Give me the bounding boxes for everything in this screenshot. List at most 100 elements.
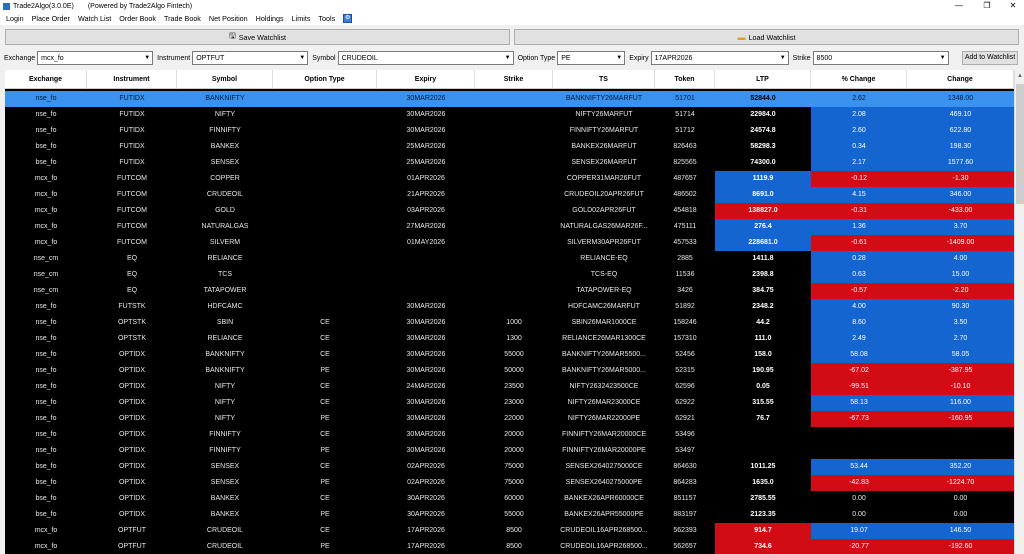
- table-row[interactable]: nse_cm EQ RELIANCE RELIANCE-EQ 2885 1411.8 0.2…: [5, 251, 1014, 267]
- table-row[interactable]: nse_cm EQ TCS TCS-EQ 11536 2398.8 0.63 15.00: [5, 267, 1014, 283]
- menu-limits[interactable]: Limits: [288, 12, 315, 25]
- cell-pct-change: 4.15: [811, 187, 907, 203]
- cell-symbol: GOLD: [215, 207, 235, 214]
- cell-ltp: 2785.55: [750, 495, 776, 502]
- table-row[interactable]: mcx_fo FUTCOM SILVERM 01MAY2026 SILVERM30APR…: [5, 235, 1014, 251]
- menu-net-position[interactable]: Net Position: [205, 12, 252, 25]
- table-row[interactable]: nse_fo OPTIDX NIFTY CE 24MAR2026 23500 NIFTY26…: [5, 379, 1014, 395]
- cell-strike: [475, 219, 553, 235]
- option-type-select[interactable]: PE ▼: [557, 51, 626, 65]
- menu-place-order[interactable]: Place Order: [28, 12, 74, 25]
- cell-token: 158246: [673, 319, 697, 326]
- cell-expiry: [377, 251, 475, 267]
- table-row[interactable]: bse_fo OPTIDX BANKEX PE 30APR2026 55000 BANKEX…: [5, 507, 1014, 523]
- header-col-expiry[interactable]: Expiry: [377, 70, 475, 89]
- cell-pct-change: -0.31: [811, 203, 907, 219]
- cell-exchange: nse_fo: [35, 447, 57, 454]
- expiry-select[interactable]: 17APR2026 ▼: [650, 51, 789, 65]
- table-row[interactable]: nse_fo OPTIDX FINNIFTY PE 30MAR2026 20000 FINN…: [5, 443, 1014, 459]
- table-row[interactable]: nse_fo OPTIDX NIFTY CE 30MAR2026 23000 NIFTY26…: [5, 395, 1014, 411]
- menu-holdings[interactable]: Holdings: [252, 12, 288, 25]
- table-row[interactable]: nse_fo OPTIDX BANKNIFTY PE 30MAR2026 50000 BAN…: [5, 363, 1014, 379]
- minimize-button[interactable]: —: [944, 0, 974, 12]
- table-row[interactable]: nse_fo OPTSTK SBIN CE 30MAR2026 1000 SBIN26MAR…: [5, 315, 1014, 331]
- settings-icon[interactable]: ⚙: [343, 14, 353, 23]
- cell-symbol: SENSEX: [210, 159, 240, 166]
- header-col-strike[interactable]: Strike: [475, 70, 553, 89]
- table-row[interactable]: mcx_fo FUTCOM CRUDEOIL 21APR2026 CRUDEOIL20A…: [5, 187, 1014, 203]
- menu-watch-list[interactable]: Watch List: [74, 12, 115, 25]
- table-row[interactable]: nse_fo OPTIDX FINNIFTY CE 30MAR2026 20000 FINN…: [5, 427, 1014, 443]
- cell-token: 52456: [675, 351, 695, 358]
- cell-option-type: [273, 299, 377, 315]
- table-row[interactable]: mcx_fo OPTFUT CRUDEOIL PE 17APR2026 8500 CRUDE…: [5, 539, 1014, 554]
- exchange-select[interactable]: mcx_fo ▼: [37, 51, 154, 65]
- header-col-exchange[interactable]: Exchange: [5, 70, 87, 89]
- table-row[interactable]: bse_fo OPTIDX SENSEX CE 02APR2026 75000 SENSEX…: [5, 459, 1014, 475]
- menu-trade-book[interactable]: Trade Book: [160, 12, 205, 25]
- menu-login[interactable]: Login: [2, 12, 28, 25]
- cell-change: [907, 427, 1014, 443]
- table-row[interactable]: nse_fo FUTIDX FINNIFTY 30MAR2026 FINNIFTY26M…: [5, 123, 1014, 139]
- expiry-value: 17APR2026: [654, 54, 693, 62]
- table-row[interactable]: mcx_fo OPTFUT CRUDEOIL CE 17APR2026 8500 CRUDE…: [5, 523, 1014, 539]
- close-button[interactable]: ✕: [998, 0, 1024, 12]
- cell-pct-change: 0.00: [852, 495, 866, 502]
- cell-expiry: 03APR2026: [407, 207, 445, 214]
- table-row[interactable]: nse_fo OPTSTK RELIANCE CE 30MAR2026 1300 RELIA…: [5, 331, 1014, 347]
- menu-tools[interactable]: Tools: [314, 12, 339, 25]
- vertical-scrollbar[interactable]: ▲: [1014, 70, 1024, 554]
- table-row[interactable]: nse_fo FUTIDX BANKNIFTY 30MAR2026 BANKNIFTY2…: [5, 91, 1014, 107]
- cell-strike: 22000: [504, 415, 524, 422]
- header-col-token[interactable]: Token: [655, 70, 715, 89]
- cell-symbol: TATAPOWER: [203, 287, 247, 294]
- cell-change: -433.00: [907, 203, 1014, 219]
- table-row[interactable]: bse_fo FUTIDX BANKEX 25MAR2026 BANKEX26MARFU…: [5, 139, 1014, 155]
- cell-instrument: FUTSTK: [118, 303, 146, 310]
- cell-change: -160.95: [907, 411, 1014, 427]
- cell-instrument: OPTIDX: [118, 431, 146, 438]
- strike-select[interactable]: 8500 ▼: [812, 51, 949, 65]
- header-col-ts[interactable]: TS: [553, 70, 655, 89]
- cell-expiry: 25MAR2026: [406, 143, 446, 150]
- header-col-instrument[interactable]: Instrument: [87, 70, 177, 89]
- save-watchlist-button[interactable]: 🖫 Save Watchlist: [5, 29, 510, 45]
- table-row[interactable]: nse_fo OPTIDX NIFTY PE 30MAR2026 22000 NIFTY26…: [5, 411, 1014, 427]
- table-row[interactable]: bse_fo OPTIDX SENSEX PE 02APR2026 75000 SENSEX…: [5, 475, 1014, 491]
- add-to-watchlist-button[interactable]: Add to Watchlist: [962, 51, 1018, 65]
- table-row[interactable]: bse_fo OPTIDX BANKEX CE 30APR2026 60000 BANKEX…: [5, 491, 1014, 507]
- menu-order-book[interactable]: Order Book: [115, 12, 160, 25]
- header-col-symbol[interactable]: Symbol: [177, 70, 273, 89]
- cell-pct-change: -0.57: [811, 283, 907, 299]
- table-row[interactable]: mcx_fo FUTCOM COPPER 01APR2026 COPPER31MAR26…: [5, 171, 1014, 187]
- cell-token: 62596: [675, 383, 695, 390]
- table-row[interactable]: nse_fo FUTSTK HDFCAMC 30MAR2026 HDFCAMC26MAR…: [5, 299, 1014, 315]
- cell-option-type: [273, 91, 377, 107]
- table-row[interactable]: mcx_fo FUTCOM NATURALGAS 27MAR2026 NATURALGA…: [5, 219, 1014, 235]
- instrument-select[interactable]: OPTFUT ▼: [192, 51, 309, 65]
- table-row[interactable]: nse_cm EQ TATAPOWER TATAPOWER-EQ 3426 384.75 -…: [5, 283, 1014, 299]
- cell-symbol: BANKEX: [210, 143, 240, 150]
- table-row[interactable]: nse_fo FUTIDX NIFTY 30MAR2026 NIFTY26MARFUT 5…: [5, 107, 1014, 123]
- table-row[interactable]: mcx_fo FUTCOM GOLD 03APR2026 GOLD02APR26FUT 4…: [5, 203, 1014, 219]
- cell-option-type: [273, 155, 377, 171]
- symbol-select[interactable]: CRUDEOIL ▼: [337, 51, 514, 65]
- header-col-change[interactable]: Change: [907, 70, 1014, 89]
- chevron-down-icon: ▼: [779, 55, 786, 61]
- cell-instrument: EQ: [126, 287, 138, 294]
- table-row[interactable]: nse_fo OPTIDX BANKNIFTY CE 30MAR2026 55000 BAN…: [5, 347, 1014, 363]
- cell-token: 51712: [675, 127, 695, 134]
- header-col-option-type[interactable]: Option Type: [273, 70, 377, 89]
- cell-token: 62922: [675, 399, 695, 406]
- cell-expiry: 17APR2026: [407, 527, 445, 534]
- header-col-pct-change[interactable]: % Change: [811, 70, 907, 89]
- header-col-ltp[interactable]: LTP: [715, 70, 811, 89]
- table-row[interactable]: bse_fo FUTIDX SENSEX 25MAR2026 SENSEX26MARFU…: [5, 155, 1014, 171]
- scrollbar-thumb[interactable]: [1016, 84, 1024, 204]
- cell-instrument: FUTIDX: [119, 143, 145, 150]
- scroll-up-icon[interactable]: ▲: [1015, 70, 1024, 82]
- cell-pct-change: -20.77: [811, 539, 907, 554]
- load-watchlist-button[interactable]: ▬ Load Watchlist: [514, 29, 1019, 45]
- cell-change: -387.95: [907, 363, 1014, 379]
- cell-strike: 1000: [506, 319, 522, 326]
